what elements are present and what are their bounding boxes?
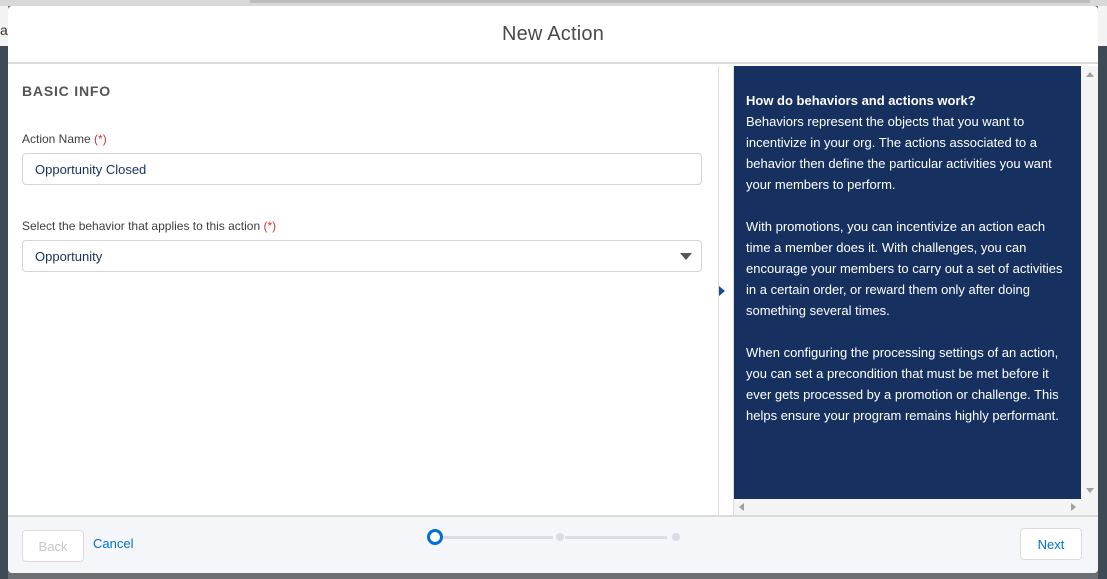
action-name-label-text: Action Name: [22, 132, 91, 146]
help-paragraph-3: When configuring the processing settings…: [746, 345, 1059, 423]
modal-header: New Action: [8, 6, 1098, 64]
help-paragraph-2: With promotions, you can incentivize an …: [746, 219, 1063, 318]
next-button[interactable]: Next: [1020, 528, 1082, 560]
modal-body: BASIC INFO Action Name (*) Opportunity C…: [8, 66, 1098, 515]
background-page-left: a: [0, 6, 8, 46]
behavior-select[interactable]: Opportunity: [22, 240, 702, 272]
new-action-modal: New Action BASIC INFO Action Name (*) Op…: [8, 6, 1098, 573]
behavior-selected-value: Opportunity: [35, 248, 103, 264]
modal-footer: Back Cancel Next: [8, 515, 1098, 573]
section-title: BASIC INFO: [22, 83, 111, 99]
action-name-value: Opportunity Closed: [35, 161, 147, 177]
modal-title: New Action: [501, 22, 605, 45]
help-heading: How do behaviors and actions work?: [746, 93, 976, 108]
scroll-right-icon[interactable]: [1071, 503, 1076, 511]
background-text-fragment: a: [0, 22, 8, 38]
scroll-down-icon[interactable]: [1086, 488, 1094, 493]
action-name-label: Action Name (*): [22, 132, 107, 146]
required-marker: (*): [94, 132, 107, 146]
progress-track: [565, 536, 667, 539]
behavior-label: Select the behavior that applies to this…: [22, 219, 276, 233]
cancel-link[interactable]: Cancel: [93, 536, 133, 551]
progress-step[interactable]: [672, 533, 680, 541]
required-marker: (*): [263, 219, 277, 233]
help-panel: How do behaviors and actions work? Behav…: [734, 66, 1081, 499]
chevron-right-icon[interactable]: [719, 286, 725, 296]
background-bar: [250, 0, 1090, 3]
scroll-up-icon[interactable]: [1086, 72, 1094, 77]
progress-step-current[interactable]: [427, 529, 443, 545]
progress-track: [443, 536, 553, 539]
caret-down-icon: [680, 253, 692, 260]
background-overlay-right: [1098, 46, 1107, 579]
basic-info-form: BASIC INFO Action Name (*) Opportunity C…: [8, 66, 716, 515]
back-button[interactable]: Back: [22, 530, 84, 562]
help-vertical-scrollbar[interactable]: [1081, 66, 1098, 499]
scroll-left-icon[interactable]: [739, 503, 744, 511]
scrollbar-corner: [1081, 499, 1098, 515]
help-paragraph-1: Behaviors represent the objects that you…: [746, 114, 1052, 192]
action-name-input[interactable]: Opportunity Closed: [22, 153, 702, 185]
background-overlay-left: [0, 46, 8, 579]
behavior-label-text: Select the behavior that applies to this…: [22, 219, 261, 233]
progress-indicator: [427, 528, 680, 546]
progress-step[interactable]: [556, 533, 564, 541]
background-page-right: [1098, 6, 1107, 46]
help-horizontal-scrollbar[interactable]: [734, 499, 1081, 515]
